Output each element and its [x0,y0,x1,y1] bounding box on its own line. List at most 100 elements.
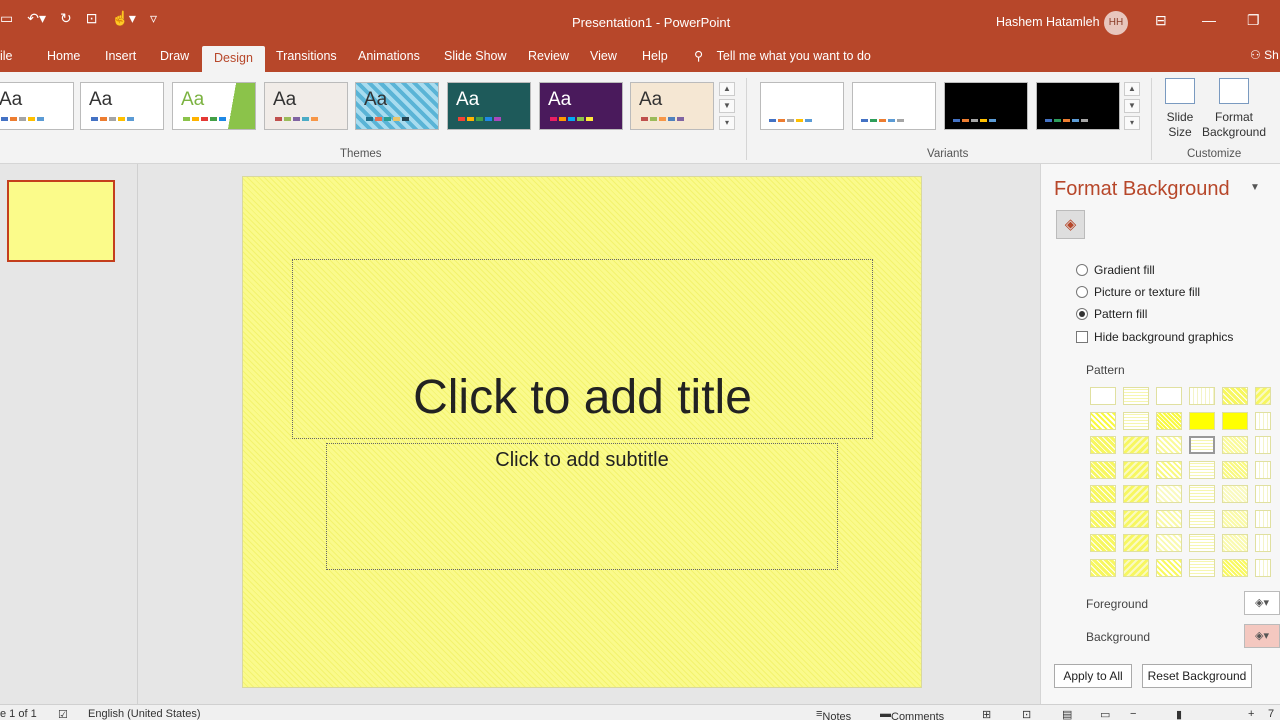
reset-background-button[interactable]: Reset Background [1142,664,1252,688]
apply-to-all-button[interactable]: Apply to All [1054,664,1132,688]
theme-ion-boardroom[interactable]: Aa [355,82,439,130]
pattern-swatch[interactable] [1090,485,1116,503]
pattern-swatch[interactable] [1090,411,1116,430]
reading-view-icon[interactable]: ▤ [1062,708,1072,720]
avatar[interactable]: HH [1104,11,1128,35]
redo-icon[interactable]: ↻ [60,10,72,27]
pattern-swatch[interactable] [1090,436,1116,454]
user-name[interactable]: Hashem Hatamleh [996,15,1100,29]
tab-slide-show[interactable]: Slide Show [444,44,507,72]
pattern-swatch[interactable] [1222,509,1248,528]
pattern-swatch[interactable] [1255,534,1271,552]
tab-help[interactable]: Help [642,44,668,72]
pattern-swatch[interactable] [1156,558,1182,577]
slide-sorter-icon[interactable]: ⊡ [1022,708,1031,720]
pattern-swatch[interactable] [1255,558,1271,577]
pattern-swatch[interactable] [1255,460,1271,479]
pattern-swatch[interactable] [1156,485,1182,503]
slideshow-view-icon[interactable]: ▭ [1100,708,1110,720]
pattern-fill-radio[interactable] [1076,308,1088,320]
variant-4[interactable] [1036,82,1120,130]
slide-thumbnail-1[interactable] [7,180,115,262]
pattern-swatch[interactable] [1189,485,1215,503]
pattern-swatch[interactable] [1156,460,1182,479]
foreground-color-button[interactable]: ◈▾ [1244,591,1280,615]
pattern-swatch[interactable] [1156,411,1182,430]
themes-more-icon[interactable]: ▾ [719,116,735,130]
theme-retrospect[interactable]: Aa [630,82,714,130]
pattern-swatch[interactable] [1090,534,1116,552]
pattern-swatch[interactable] [1222,558,1248,577]
pattern-swatch[interactable] [1090,509,1116,528]
pattern-swatch[interactable] [1222,460,1248,479]
slide-size-button[interactable]: Slide Size [1160,78,1200,140]
tab-review[interactable]: Review [528,44,569,72]
pattern-swatch[interactable] [1189,509,1215,528]
normal-view-icon[interactable]: ⊞ [982,708,991,720]
theme-organic[interactable]: Aa [539,82,623,130]
theme-integral[interactable]: Aa [264,82,348,130]
pattern-swatch[interactable] [1123,485,1149,503]
maximize-icon[interactable]: ❐ [1247,12,1260,29]
touch-mode-icon[interactable]: ☝▾ [111,10,135,27]
share-button[interactable]: ⚇ Sh [1250,48,1279,62]
pattern-swatch[interactable] [1189,387,1215,405]
zoom-level[interactable]: 7 [1268,708,1274,720]
pattern-swatch[interactable] [1123,460,1149,479]
tell-me-box[interactable]: ⚲ Tell me what you want to do [694,44,871,72]
pattern-swatch[interactable] [1255,411,1271,430]
gradient-fill-radio[interactable] [1076,264,1088,276]
theme-facet[interactable]: Aa [172,82,256,130]
tab-design[interactable]: Design [202,46,265,72]
variants-scroll-up-icon[interactable]: ▲ [1124,82,1140,96]
picture-fill-option[interactable]: Picture or texture fill [1076,285,1200,299]
zoom-in-icon[interactable]: + [1248,708,1254,720]
save-icon[interactable]: ▭ [0,10,13,27]
themes-scroll-down-icon[interactable]: ▼ [719,99,735,113]
pattern-swatch[interactable] [1123,509,1149,528]
pattern-swatch[interactable] [1090,387,1116,405]
format-background-button[interactable]: Format Background [1200,78,1268,140]
pattern-swatch[interactable] [1123,436,1149,454]
pattern-swatch[interactable] [1189,460,1215,479]
variant-1[interactable] [760,82,844,130]
title-placeholder-text[interactable]: Click to add title [292,370,873,425]
tab-animations[interactable]: Animations [358,44,420,72]
pattern-swatch[interactable] [1156,509,1182,528]
pattern-swatch[interactable] [1090,460,1116,479]
undo-icon[interactable]: ↶▾ [27,10,46,27]
pattern-swatch[interactable] [1189,411,1215,430]
pattern-swatch[interactable] [1189,436,1215,454]
themes-scroll-up-icon[interactable]: ▲ [719,82,735,96]
tab-transitions[interactable]: Transitions [276,44,337,72]
tab-home[interactable]: Home [47,44,80,72]
language-status[interactable]: English (United States) [88,708,201,720]
pattern-swatch[interactable] [1123,534,1149,552]
pattern-swatch[interactable] [1255,509,1271,528]
gradient-fill-option[interactable]: Gradient fill [1076,263,1155,277]
zoom-slider[interactable]: ▮ [1176,708,1182,720]
ribbon-display-icon[interactable]: ⊟ [1155,12,1167,29]
theme-office-2[interactable]: Aa [80,82,164,130]
zoom-out-icon[interactable]: − [1130,708,1136,720]
fill-bucket-icon[interactable]: ◈ [1056,210,1085,239]
theme-ion[interactable]: Aa [447,82,531,130]
spellcheck-icon[interactable]: ☑ [58,708,68,720]
tab-view[interactable]: View [590,44,617,72]
pattern-swatch[interactable] [1156,436,1182,454]
pattern-swatch[interactable] [1255,485,1271,503]
picture-fill-radio[interactable] [1076,286,1088,298]
tab-insert[interactable]: Insert [105,44,136,72]
pattern-swatch[interactable] [1222,485,1248,503]
pattern-swatch[interactable] [1090,558,1116,577]
pattern-swatch[interactable] [1156,534,1182,552]
variant-3[interactable] [944,82,1028,130]
customize-qat-icon[interactable]: ▿ [150,10,157,27]
present-icon[interactable]: ⊡ [86,10,98,27]
pattern-swatch[interactable] [1222,436,1248,454]
pattern-swatch[interactable] [1189,534,1215,552]
pattern-swatch[interactable] [1123,558,1149,577]
comments-button[interactable]: ▬ Comments [880,708,944,720]
theme-office[interactable]: Aa [0,82,74,130]
tab-draw[interactable]: Draw [160,44,189,72]
